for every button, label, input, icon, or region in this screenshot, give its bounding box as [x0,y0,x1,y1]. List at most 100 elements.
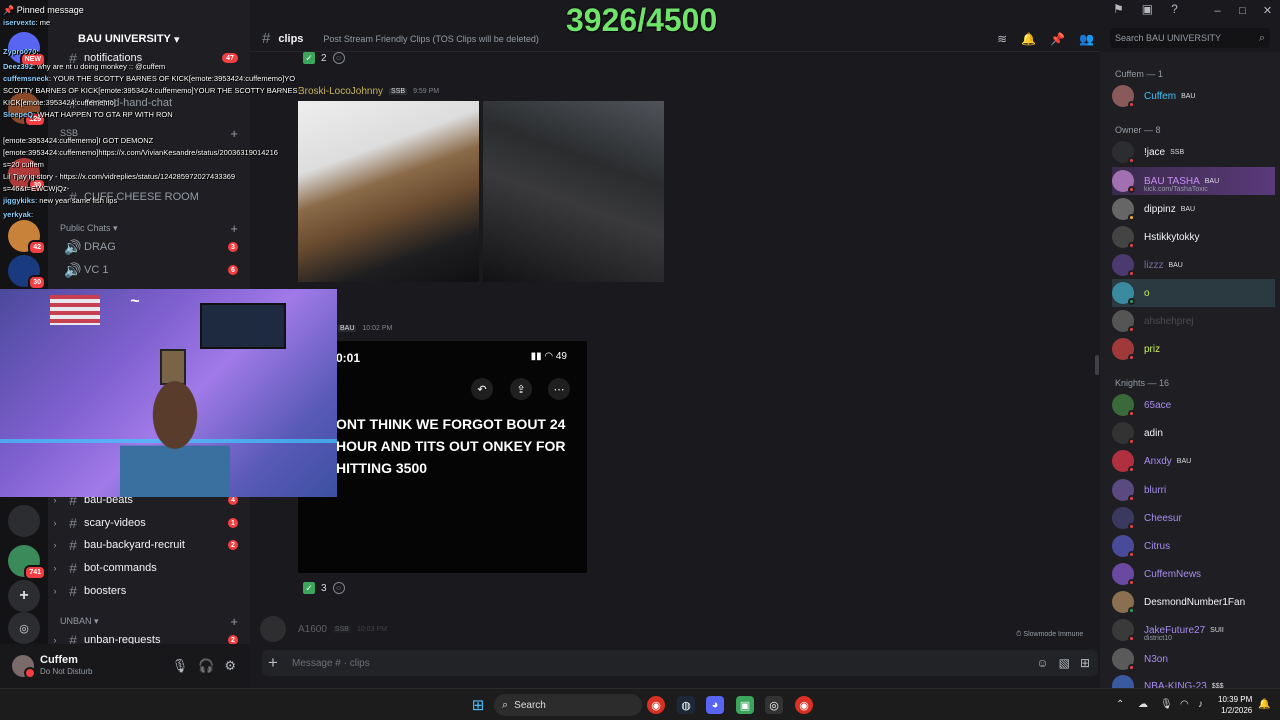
message-author[interactable]: Broski-LocoJohnny [298,86,383,97]
member-item[interactable]: Cheesur [1112,504,1275,532]
status-dot [1128,466,1135,473]
avatar[interactable] [12,655,36,679]
threads-icon[interactable]: ≋ [997,32,1007,46]
member-item[interactable]: Cuffem BAU [1112,82,1275,110]
member-item[interactable]: N3on [1112,645,1275,673]
cloud-icon[interactable]: ☁ [1138,699,1148,710]
attachment-image[interactable] [483,101,664,282]
composer-icons: ☺ ▧ ⊞ [1036,656,1090,670]
checkmark-reaction-icon[interactable]: ✓ [303,582,315,594]
avatar[interactable] [260,616,286,642]
server-icon[interactable] [8,505,40,537]
notification-bell-icon[interactable]: 🔔 [1258,699,1270,710]
bell-icon[interactable]: 🔔 [1021,32,1036,46]
member-item[interactable]: lizzz BAU [1112,251,1275,279]
chevron-up-icon[interactable]: ⌃ [1116,699,1124,710]
discover-icon[interactable]: ◎ [8,612,40,644]
scrollbar-thumb[interactable] [1095,355,1099,375]
message-author[interactable]: A1600 [298,624,327,635]
member-item[interactable]: Hstikkytokky [1112,223,1275,251]
add-server-icon[interactable]: + [8,580,40,612]
category-unban[interactable]: UNBAN ▾ + [48,613,250,629]
member-activity: kick.com/TashaToxic [1144,186,1208,193]
server-icon[interactable]: 741 [8,545,46,580]
window-controls: – □ ✕ [1205,0,1280,22]
status-dot [1128,354,1135,361]
member-group-header: Owner — 8 [1115,125,1161,135]
gif-icon[interactable]: ▧ [1059,656,1070,670]
maximize-icon[interactable]: □ [1230,0,1255,22]
chat-line: SCOTTY BARNES OF KICK[emote:3953424:cuff… [3,86,300,95]
system-clock[interactable]: 10:39 PM 1/2/2026 [1218,694,1252,716]
channel-boosters[interactable]: › # boosters [48,580,250,602]
member-item[interactable]: DesmondNumber1Fan [1112,588,1275,616]
members-icon[interactable]: 👥 [1079,32,1094,46]
member-item[interactable]: 65ace [1112,391,1275,419]
chrome-icon[interactable]: ◉ [795,696,813,714]
server-icon[interactable]: 30 [8,255,46,290]
member-item[interactable]: blurri [1112,476,1275,504]
member-item[interactable]: o [1112,279,1275,307]
windows-start-icon[interactable]: ⊞ [469,696,487,714]
attach-plus-icon[interactable]: + [268,653,278,673]
status-dot [1128,579,1135,586]
add-channel-icon[interactable]: + [230,614,238,629]
unread-badge: 1 [228,518,238,528]
avatar [1112,394,1135,417]
attachment-video[interactable]: 0:01 ▮▮ ◠ 49 ↶ ⇪ ⋯ ONT THINK WE FORGOT B… [298,341,587,573]
wifi-icon[interactable]: ◠ [1180,699,1189,710]
close-icon[interactable]: ✕ [1255,0,1280,22]
member-item[interactable]: ahshehprej [1112,307,1275,335]
help-icon[interactable]: ? [1171,2,1178,16]
app-icon[interactable]: ▣ [736,696,754,714]
headphones-icon[interactable]: 🎧 [198,658,214,674]
avatar [1112,310,1135,333]
member-item[interactable]: Citrus [1112,532,1275,560]
user-info[interactable]: Cuffem Do Not Disturb [40,654,92,678]
member-item[interactable]: JakeFuture27 SUII district10 [1112,616,1275,644]
discord-icon[interactable]: ◕ [706,696,724,714]
battery-level: 49 [555,351,567,362]
member-item[interactable]: !jace SSB [1112,138,1275,166]
member-item[interactable]: priz [1112,335,1275,363]
slowmode-label: Slowmode Immune [1023,631,1084,638]
message-composer[interactable]: + Message # · clips ☺ ▧ ⊞ [262,650,1098,676]
add-reaction-icon[interactable]: ☺ [332,52,345,64]
speaker-icon[interactable]: ♪ [1198,699,1203,710]
obs-icon[interactable]: ◎ [765,696,783,714]
server-tag: BAU [338,325,357,332]
pin-icon[interactable]: 📌 [1050,32,1065,46]
mic-icon[interactable]: 🎙 [1160,699,1173,710]
minimize-icon[interactable]: – [1205,0,1230,22]
gear-icon[interactable]: ⚙ [224,658,236,674]
steam-icon[interactable]: ◍ [677,696,695,714]
flag-icon[interactable]: ⚑ [1113,2,1124,16]
header-icons: ≋ 🔔 📌 👥 [997,32,1094,46]
message-header: BAU 10:02 PM [338,325,392,332]
member-item[interactable]: Anxdy BAU [1112,447,1275,475]
chat-line: s=20 cuffem [3,160,44,169]
channel-bot-commands[interactable]: › # bot-commands [48,557,250,579]
voice-drag[interactable]: 🔊 DRAG 3 [48,236,250,258]
gift-icon[interactable]: ⊞ [1080,656,1090,670]
member-item[interactable]: NBA-KING-23 $$$ [1112,672,1275,688]
emoji-icon[interactable]: ☺ [1036,656,1048,670]
inbox-icon[interactable]: ▣ [1142,2,1153,16]
channel-scary-videos[interactable]: › # scary-videos 1 [48,512,250,534]
taskbar-search[interactable]: ⌕ Search [494,694,642,716]
channel-topic[interactable]: Post Stream Friendly Clips (TOS Clips wi… [323,34,538,44]
chat-line: [emote:3953424:cuffememo]https://x.com/V… [3,148,278,157]
member-item[interactable]: BAU TASHA BAU kick.com/TashaToxic [1112,167,1275,195]
add-reaction-icon[interactable]: ☺ [332,582,345,594]
attachment-image[interactable] [298,101,479,282]
voice-vc1[interactable]: 🔊 VC 1 6 [48,259,250,281]
channel-bau-backyard-recruit[interactable]: › # bau-backyard-recruit 2 [48,534,250,556]
member-item[interactable]: CuffemNews [1112,560,1275,588]
search-input[interactable]: Search BAU UNIVERSITY ⌕ [1110,28,1270,48]
member-badge: BAU [1204,177,1220,185]
member-item[interactable]: dippinz BAU [1112,195,1275,223]
checkmark-reaction-icon[interactable]: ✓ [303,52,315,64]
chrome-icon[interactable]: ◉ [647,696,665,714]
member-item[interactable]: adin [1112,419,1275,447]
microphone-icon[interactable]: 🎙 [172,658,189,674]
